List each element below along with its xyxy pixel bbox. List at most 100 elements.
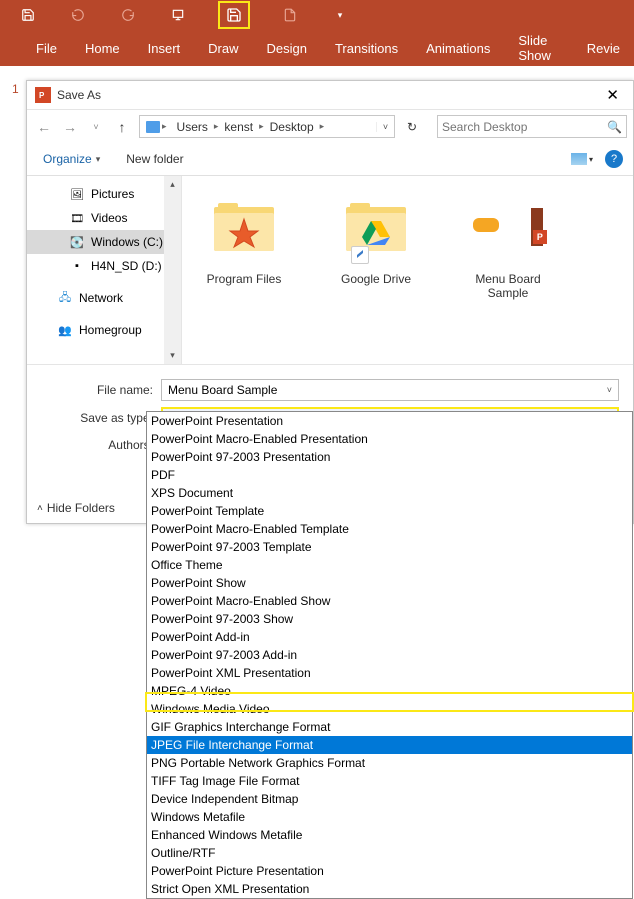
drive-icon: ▪ <box>69 258 85 274</box>
tree-network[interactable]: 🖧Network <box>27 286 181 310</box>
hide-folders-button[interactable]: ˄Hide Folders <box>37 501 115 515</box>
dropdown-option[interactable]: PowerPoint Presentation <box>147 412 632 430</box>
tab-draw[interactable]: Draw <box>194 41 252 56</box>
dropdown-option[interactable]: GIF Graphics Interchange Format <box>147 718 632 736</box>
path-seg-users[interactable]: Users <box>173 120 212 134</box>
dropdown-option[interactable]: PowerPoint Show <box>147 574 632 592</box>
dropdown-option[interactable]: XPS Document <box>147 484 632 502</box>
ribbon: ▾ File Home Insert Draw Design Transitio… <box>0 0 634 66</box>
tree-scrollbar[interactable]: ▴ ▾ <box>164 176 181 364</box>
file-menu-board[interactable]: P Menu Board Sample <box>458 192 558 300</box>
network-icon: 🖧 <box>57 290 73 306</box>
tree-windows-c[interactable]: 💽Windows (C:) <box>27 230 181 254</box>
tab-transitions[interactable]: Transitions <box>321 41 412 56</box>
titlebar: P Save As ✕ <box>27 81 633 110</box>
export-icon[interactable] <box>168 5 188 25</box>
dropdown-option[interactable]: PowerPoint 97-2003 Presentation <box>147 448 632 466</box>
qat-customize-icon[interactable]: ▾ <box>330 5 350 25</box>
quick-access-toolbar: ▾ <box>0 0 634 30</box>
chevron-right-icon: ▸ <box>212 121 221 132</box>
dropdown-option[interactable]: PDF <box>147 466 632 484</box>
save-as-icon[interactable] <box>218 1 250 29</box>
dropdown-option[interactable]: Device Independent Bitmap <box>147 790 632 808</box>
save-icon[interactable] <box>18 5 38 25</box>
undo-icon[interactable] <box>68 5 88 25</box>
ribbon-tabs: File Home Insert Draw Design Transitions… <box>0 30 634 66</box>
dropdown-option[interactable]: PowerPoint Macro-Enabled Template <box>147 520 632 538</box>
dropdown-option[interactable]: PowerPoint 97-2003 Add-in <box>147 646 632 664</box>
tree-homegroup[interactable]: 👥Homegroup <box>27 318 181 342</box>
explorer: 🖼Pictures 🎞Videos 💽Windows (C:) ▪H4N_SD … <box>27 176 633 365</box>
recent-chevron-icon[interactable]: ˅ <box>85 116 107 138</box>
file-grid: Program Files Google Drive P Menu Board … <box>182 176 633 364</box>
path-seg-desktop[interactable]: Desktop <box>266 120 318 134</box>
dropdown-option[interactable]: MPEG-4 Video <box>147 682 632 700</box>
dropdown-option[interactable]: Windows Metafile <box>147 808 632 826</box>
file-google-drive[interactable]: Google Drive <box>326 192 426 286</box>
dropdown-option[interactable]: PowerPoint 97-2003 Show <box>147 610 632 628</box>
path-seg-kenst[interactable]: kenst <box>220 120 257 134</box>
close-icon[interactable]: ✕ <box>600 84 625 106</box>
scroll-up-icon[interactable]: ▴ <box>164 176 181 193</box>
slide-number: 1 <box>12 82 19 96</box>
dropdown-option[interactable]: PowerPoint Template <box>147 502 632 520</box>
drive-icon: 💽 <box>69 234 85 250</box>
tab-home[interactable]: Home <box>71 41 134 56</box>
svg-text:P: P <box>39 91 45 100</box>
dropdown-option[interactable]: TIFF Tag Image File Format <box>147 772 632 790</box>
forward-icon[interactable]: → <box>59 116 81 138</box>
address-bar[interactable]: ▸ Users▸ kenst▸ Desktop▸ ˅ <box>139 115 395 138</box>
scroll-down-icon[interactable]: ▾ <box>164 347 181 364</box>
filename-input[interactable]: Menu Board Sample˅ <box>161 379 619 401</box>
help-icon[interactable]: ? <box>605 150 623 168</box>
dropdown-option[interactable]: Windows Media Video <box>147 700 632 718</box>
path-dropdown-icon[interactable]: ˅ <box>376 122 394 132</box>
tab-slideshow[interactable]: Slide Show <box>504 33 572 63</box>
homegroup-icon: 👥 <box>57 322 73 338</box>
pictures-icon: 🖼 <box>69 186 85 202</box>
back-icon[interactable]: ← <box>33 116 55 138</box>
tab-review[interactable]: Revie <box>573 41 634 56</box>
dropdown-option[interactable]: Enhanced Windows Metafile <box>147 826 632 844</box>
dropdown-option[interactable]: Outline/RTF <box>147 844 632 862</box>
new-icon[interactable] <box>280 5 300 25</box>
dropdown-option[interactable]: Strict Open XML Presentation <box>147 880 632 898</box>
tab-file[interactable]: File <box>22 41 71 56</box>
refresh-icon[interactable]: ↻ <box>401 116 423 138</box>
authors-label: Authors: <box>41 438 161 452</box>
path-root-icon[interactable]: ▸ <box>142 121 173 133</box>
dropdown-option[interactable]: PNG Portable Network Graphics Format <box>147 754 632 772</box>
saveastype-label: Save as type: <box>41 411 161 425</box>
dropdown-option[interactable]: PowerPoint Macro-Enabled Show <box>147 592 632 610</box>
dropdown-option[interactable]: PowerPoint Picture Presentation <box>147 862 632 880</box>
tree-h4nsd[interactable]: ▪H4N_SD (D:) <box>27 254 181 278</box>
view-mode-button[interactable]: ▾ <box>571 149 599 169</box>
file-program-files[interactable]: Program Files <box>194 192 294 286</box>
dialog-title: Save As <box>57 88 600 102</box>
filename-label: File name: <box>41 383 161 397</box>
dropdown-option[interactable]: JPEG File Interchange Format <box>147 736 632 754</box>
dropdown-option[interactable]: PowerPoint Macro-Enabled Presentation <box>147 430 632 448</box>
chevron-down-icon[interactable]: ˅ <box>607 385 612 395</box>
dropdown-option[interactable]: PowerPoint Add-in <box>147 628 632 646</box>
tab-animations[interactable]: Animations <box>412 41 504 56</box>
organize-button[interactable]: Organize▾ <box>37 150 106 168</box>
file-label: Google Drive <box>326 272 426 286</box>
dialog-toolbar: Organize▾ New folder ▾ ? <box>27 143 633 176</box>
tree-videos[interactable]: 🎞Videos <box>27 206 181 230</box>
saveastype-dropdown[interactable]: PowerPoint PresentationPowerPoint Macro-… <box>146 411 633 899</box>
tree-pictures[interactable]: 🖼Pictures <box>27 182 181 206</box>
search-input[interactable] <box>442 120 607 134</box>
new-folder-button[interactable]: New folder <box>126 152 183 166</box>
filename-row: File name: Menu Board Sample˅ <box>27 365 633 404</box>
search-box[interactable]: 🔍 <box>437 115 627 138</box>
videos-icon: 🎞 <box>69 210 85 226</box>
dropdown-option[interactable]: PowerPoint XML Presentation <box>147 664 632 682</box>
dropdown-option[interactable]: PowerPoint 97-2003 Template <box>147 538 632 556</box>
tab-insert[interactable]: Insert <box>134 41 195 56</box>
up-icon[interactable]: ↑ <box>111 116 133 138</box>
dropdown-option[interactable]: Office Theme <box>147 556 632 574</box>
search-icon[interactable]: 🔍 <box>607 120 622 134</box>
redo-icon[interactable] <box>118 5 138 25</box>
tab-design[interactable]: Design <box>253 41 321 56</box>
